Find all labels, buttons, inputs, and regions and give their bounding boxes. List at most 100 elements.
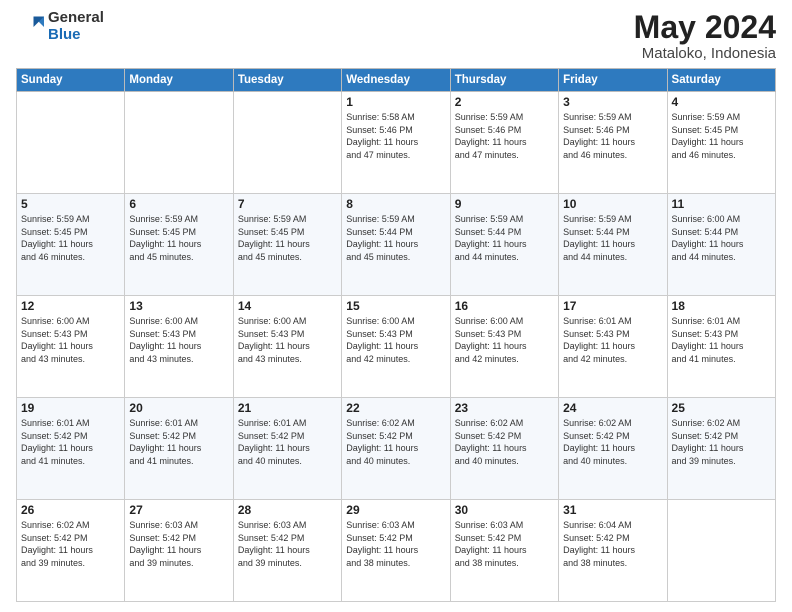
calendar-cell: 5 Sunrise: 5:59 AM Sunset: 5:45 PM Daylig… xyxy=(17,194,125,296)
day-number: 16 xyxy=(455,299,554,313)
calendar-cell: 10 Sunrise: 5:59 AM Sunset: 5:44 PM Dayli… xyxy=(559,194,667,296)
calendar-cell: 19 Sunrise: 6:01 AM Sunset: 5:42 PM Dayli… xyxy=(17,398,125,500)
cell-info: Sunrise: 6:01 AM Sunset: 5:43 PM Dayligh… xyxy=(672,315,771,365)
day-number: 1 xyxy=(346,95,445,109)
cell-info: Sunrise: 5:59 AM Sunset: 5:45 PM Dayligh… xyxy=(238,213,337,263)
week-row-1: 1 Sunrise: 5:58 AM Sunset: 5:46 PM Daylig… xyxy=(17,92,776,194)
calendar-cell: 22 Sunrise: 6:02 AM Sunset: 5:42 PM Dayli… xyxy=(342,398,450,500)
calendar-cell: 24 Sunrise: 6:02 AM Sunset: 5:42 PM Dayli… xyxy=(559,398,667,500)
day-number: 22 xyxy=(346,401,445,415)
cell-info: Sunrise: 6:00 AM Sunset: 5:43 PM Dayligh… xyxy=(129,315,228,365)
calendar-cell: 2Sunrise: 5:59 AM Sunset: 5:46 PM Daylig… xyxy=(450,92,558,194)
day-number: 19 xyxy=(21,401,120,415)
cell-info: Sunrise: 5:58 AM Sunset: 5:46 PM Dayligh… xyxy=(346,111,445,161)
cell-info: Sunrise: 6:01 AM Sunset: 5:42 PM Dayligh… xyxy=(21,417,120,467)
cell-info: Sunrise: 6:02 AM Sunset: 5:42 PM Dayligh… xyxy=(563,417,662,467)
cell-info: Sunrise: 6:03 AM Sunset: 5:42 PM Dayligh… xyxy=(455,519,554,569)
col-header-saturday: Saturday xyxy=(667,69,775,92)
cell-info: Sunrise: 6:01 AM Sunset: 5:43 PM Dayligh… xyxy=(563,315,662,365)
cell-info: Sunrise: 6:03 AM Sunset: 5:42 PM Dayligh… xyxy=(346,519,445,569)
day-number: 12 xyxy=(21,299,120,313)
calendar-cell: 14 Sunrise: 6:00 AM Sunset: 5:43 PM Dayli… xyxy=(233,296,341,398)
cell-info: Sunrise: 6:00 AM Sunset: 5:43 PM Dayligh… xyxy=(238,315,337,365)
cell-info: Sunrise: 6:01 AM Sunset: 5:42 PM Dayligh… xyxy=(238,417,337,467)
calendar-cell: 26Sunrise: 6:02 AM Sunset: 5:42 PM Dayli… xyxy=(17,500,125,602)
cell-info: Sunrise: 6:02 AM Sunset: 5:42 PM Dayligh… xyxy=(346,417,445,467)
day-number: 9 xyxy=(455,197,554,211)
calendar-cell xyxy=(125,92,233,194)
day-number: 27 xyxy=(129,503,228,517)
col-header-thursday: Thursday xyxy=(450,69,558,92)
day-number: 18 xyxy=(672,299,771,313)
day-number: 10 xyxy=(563,197,662,211)
day-number: 4 xyxy=(672,95,771,109)
day-number: 15 xyxy=(346,299,445,313)
cell-info: Sunrise: 5:59 AM Sunset: 5:45 PM Dayligh… xyxy=(672,111,771,161)
calendar-cell: 12 Sunrise: 6:00 AM Sunset: 5:43 PM Dayli… xyxy=(17,296,125,398)
calendar-cell: 9 Sunrise: 5:59 AM Sunset: 5:44 PM Daylig… xyxy=(450,194,558,296)
cell-info: Sunrise: 5:59 AM Sunset: 5:45 PM Dayligh… xyxy=(21,213,120,263)
title-block: May 2024 Mataloko, Indonesia xyxy=(634,10,776,62)
logo: General Blue xyxy=(16,10,104,43)
calendar-cell: 7Sunrise: 5:59 AM Sunset: 5:45 PM Daylig… xyxy=(233,194,341,296)
cell-info: Sunrise: 6:02 AM Sunset: 5:42 PM Dayligh… xyxy=(672,417,771,467)
cell-info: Sunrise: 6:03 AM Sunset: 5:42 PM Dayligh… xyxy=(238,519,337,569)
day-number: 20 xyxy=(129,401,228,415)
day-number: 24 xyxy=(563,401,662,415)
calendar-cell: 17 Sunrise: 6:01 AM Sunset: 5:43 PM Dayli… xyxy=(559,296,667,398)
day-number: 23 xyxy=(455,401,554,415)
logo-text: General Blue xyxy=(48,10,104,43)
calendar-cell: 6Sunrise: 5:59 AM Sunset: 5:45 PM Daylig… xyxy=(125,194,233,296)
day-number: 8 xyxy=(346,197,445,211)
day-number: 30 xyxy=(455,503,554,517)
calendar-cell: 13 Sunrise: 6:00 AM Sunset: 5:43 PM Dayli… xyxy=(125,296,233,398)
header-row: SundayMondayTuesdayWednesdayThursdayFrid… xyxy=(17,69,776,92)
calendar-cell: 18 Sunrise: 6:01 AM Sunset: 5:43 PM Dayli… xyxy=(667,296,775,398)
col-header-monday: Monday xyxy=(125,69,233,92)
logo-general-label: General xyxy=(48,10,104,27)
logo-blue-label: Blue xyxy=(48,27,104,44)
cell-info: Sunrise: 5:59 AM Sunset: 5:44 PM Dayligh… xyxy=(455,213,554,263)
day-number: 14 xyxy=(238,299,337,313)
calendar-cell: 25 Sunrise: 6:02 AM Sunset: 5:42 PM Dayli… xyxy=(667,398,775,500)
calendar-cell: 21Sunrise: 6:01 AM Sunset: 5:42 PM Dayli… xyxy=(233,398,341,500)
day-number: 29 xyxy=(346,503,445,517)
day-number: 13 xyxy=(129,299,228,313)
week-row-2: 5 Sunrise: 5:59 AM Sunset: 5:45 PM Daylig… xyxy=(17,194,776,296)
calendar-cell: 27 Sunrise: 6:03 AM Sunset: 5:42 PM Dayli… xyxy=(125,500,233,602)
cell-info: Sunrise: 6:00 AM Sunset: 5:43 PM Dayligh… xyxy=(455,315,554,365)
day-number: 25 xyxy=(672,401,771,415)
calendar-cell: 8 Sunrise: 5:59 AM Sunset: 5:44 PM Daylig… xyxy=(342,194,450,296)
day-number: 28 xyxy=(238,503,337,517)
cell-info: Sunrise: 6:00 AM Sunset: 5:44 PM Dayligh… xyxy=(672,213,771,263)
cell-info: Sunrise: 5:59 AM Sunset: 5:44 PM Dayligh… xyxy=(346,213,445,263)
day-number: 11 xyxy=(672,197,771,211)
col-header-tuesday: Tuesday xyxy=(233,69,341,92)
calendar-cell: 23Sunrise: 6:02 AM Sunset: 5:42 PM Dayli… xyxy=(450,398,558,500)
page: General Blue May 2024 Mataloko, Indonesi… xyxy=(0,0,792,612)
cell-info: Sunrise: 6:03 AM Sunset: 5:42 PM Dayligh… xyxy=(129,519,228,569)
cell-info: Sunrise: 5:59 AM Sunset: 5:46 PM Dayligh… xyxy=(563,111,662,161)
calendar-cell: 3Sunrise: 5:59 AM Sunset: 5:46 PM Daylig… xyxy=(559,92,667,194)
day-number: 31 xyxy=(563,503,662,517)
calendar-cell: 11 Sunrise: 6:00 AM Sunset: 5:44 PM Dayli… xyxy=(667,194,775,296)
calendar-cell: 31Sunrise: 6:04 AM Sunset: 5:42 PM Dayli… xyxy=(559,500,667,602)
week-row-3: 12 Sunrise: 6:00 AM Sunset: 5:43 PM Dayli… xyxy=(17,296,776,398)
calendar-cell: 28 Sunrise: 6:03 AM Sunset: 5:42 PM Dayli… xyxy=(233,500,341,602)
col-header-friday: Friday xyxy=(559,69,667,92)
cell-info: Sunrise: 6:00 AM Sunset: 5:43 PM Dayligh… xyxy=(21,315,120,365)
cell-info: Sunrise: 5:59 AM Sunset: 5:44 PM Dayligh… xyxy=(563,213,662,263)
col-header-wednesday: Wednesday xyxy=(342,69,450,92)
week-row-4: 19 Sunrise: 6:01 AM Sunset: 5:42 PM Dayli… xyxy=(17,398,776,500)
calendar-table: SundayMondayTuesdayWednesdayThursdayFrid… xyxy=(16,68,776,602)
week-row-5: 26Sunrise: 6:02 AM Sunset: 5:42 PM Dayli… xyxy=(17,500,776,602)
day-number: 17 xyxy=(563,299,662,313)
calendar-cell xyxy=(233,92,341,194)
header: General Blue May 2024 Mataloko, Indonesi… xyxy=(16,10,776,62)
calendar-cell xyxy=(17,92,125,194)
cell-info: Sunrise: 5:59 AM Sunset: 5:46 PM Dayligh… xyxy=(455,111,554,161)
page-title: May 2024 xyxy=(634,10,776,45)
day-number: 26 xyxy=(21,503,120,517)
cell-info: Sunrise: 5:59 AM Sunset: 5:45 PM Dayligh… xyxy=(129,213,228,263)
day-number: 5 xyxy=(21,197,120,211)
